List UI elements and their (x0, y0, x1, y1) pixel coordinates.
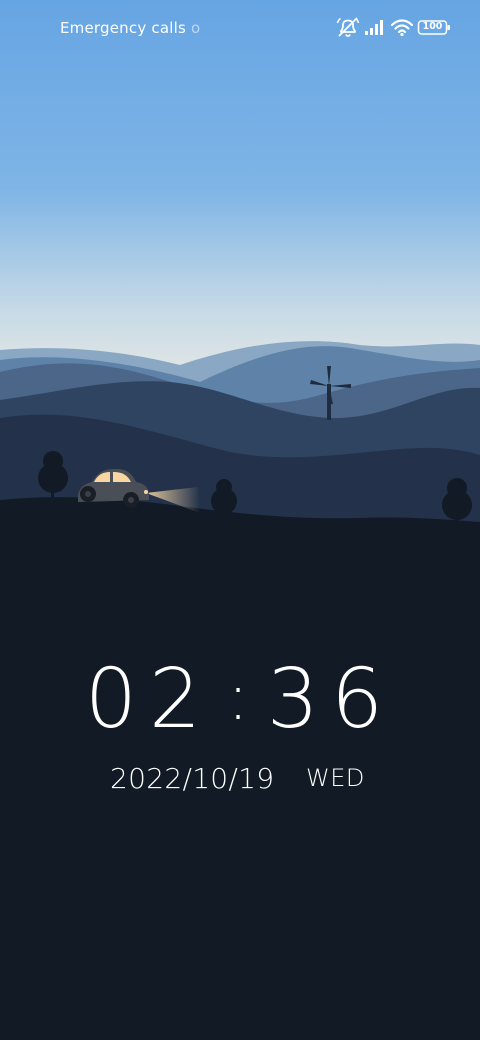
date-label: 2022/10/19 (110, 762, 275, 795)
clock-separator: : (227, 661, 253, 735)
weekday-label: WED (306, 764, 365, 792)
emergency-calls-label[interactable]: Emergency calls o (60, 19, 200, 37)
lockscreen-clock: 02:36 (0, 652, 480, 754)
date-row: 2022/10/19 WED (0, 760, 480, 800)
wifi-icon (390, 19, 414, 37)
status-bar: Emergency calls o 100 (0, 0, 480, 56)
battery-level-text: 100 (422, 21, 443, 32)
signal-icon (365, 20, 383, 35)
carrier-text: Emergency calls (60, 19, 186, 37)
mute-icon (336, 17, 360, 37)
lockscreen-wallpaper (0, 0, 480, 1040)
carrier-overflow-text: o (190, 19, 201, 37)
clock-minutes: 36 (266, 652, 396, 747)
clock-hours: 02 (84, 652, 214, 747)
